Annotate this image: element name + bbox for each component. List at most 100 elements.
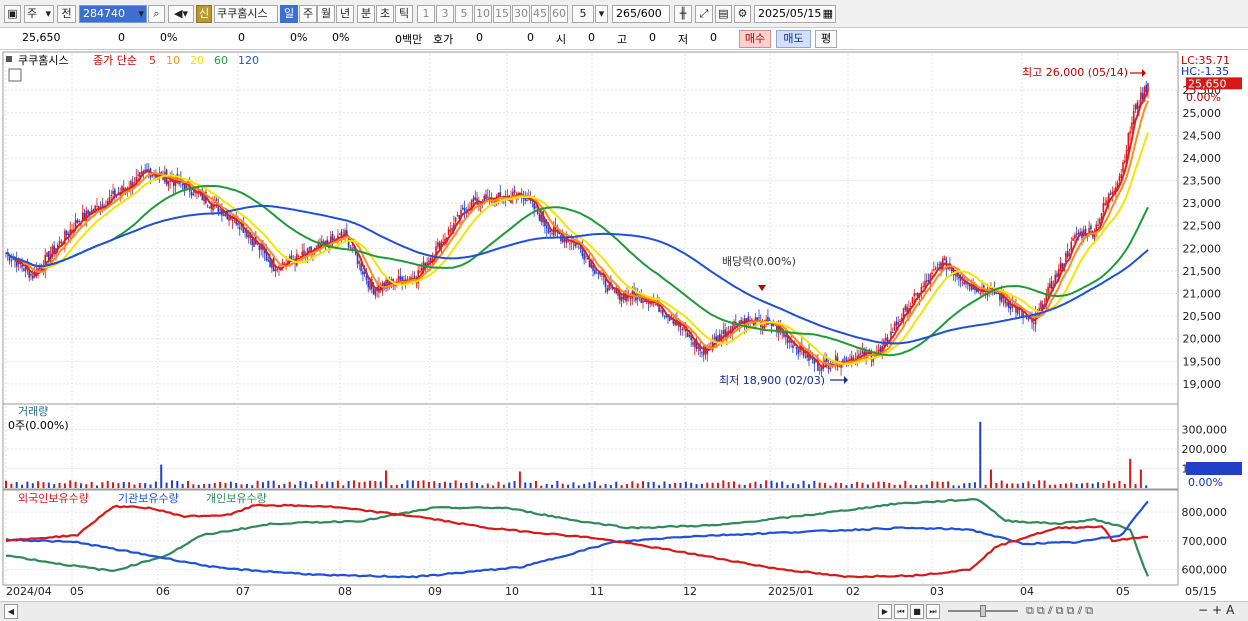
- calendar-icon: ▦: [822, 7, 833, 20]
- candle-body: [1145, 84, 1148, 93]
- minute-tab[interactable]: 15: [493, 5, 511, 23]
- volume-bar: [385, 470, 388, 488]
- period-tab[interactable]: 년: [336, 5, 354, 23]
- volume-tick-label: 200,000: [1182, 443, 1228, 456]
- zoom-slider-thumb[interactable]: [980, 605, 986, 617]
- holding-individual-label: 개인보유수량: [206, 492, 267, 505]
- minute-tab[interactable]: 30: [512, 5, 530, 23]
- sign-badge[interactable]: 신: [196, 5, 212, 23]
- stop-icon[interactable]: ■: [910, 604, 924, 619]
- candle-body: [1033, 322, 1035, 324]
- candle-body: [818, 369, 821, 371]
- market-select[interactable]: 주 ▾: [24, 5, 54, 23]
- candle-body: [884, 338, 887, 341]
- candle-body: [979, 292, 982, 295]
- avg-button[interactable]: 평: [815, 30, 837, 48]
- volume-bar: [567, 484, 570, 488]
- period-tab[interactable]: 분: [357, 5, 375, 23]
- buy-button[interactable]: 매수: [739, 30, 771, 48]
- candle-body: [499, 192, 502, 197]
- minute-tab[interactable]: 10: [474, 5, 492, 23]
- save-icon[interactable]: ▤: [715, 5, 732, 23]
- volume-bar: [1038, 480, 1041, 488]
- candle-type-icon[interactable]: ╫: [674, 5, 692, 23]
- volume-bar: [1011, 483, 1014, 488]
- minute-tab[interactable]: 5: [455, 5, 473, 23]
- volume-bar: [609, 485, 612, 488]
- speaker-icon[interactable]: ◀▾: [168, 5, 194, 23]
- candle-body: [1090, 225, 1092, 230]
- candle-body: [231, 220, 234, 222]
- candle-body: [597, 273, 600, 275]
- window-icon[interactable]: ▣: [4, 5, 21, 23]
- chart-scrollbar[interactable]: ◀ ▶ ⏮ ■ ⏭ ⧉⧉⫽⧉⧉⫽⧉ −+A: [0, 601, 1248, 621]
- volume-bar: [861, 482, 864, 488]
- tool-icons[interactable]: ⧉⧉⫽⧉⧉⫽⧉: [1026, 604, 1210, 620]
- period-tab[interactable]: 틱: [395, 5, 413, 23]
- minute-tab[interactable]: 60: [550, 5, 568, 23]
- scroll-right-icon[interactable]: ▶: [878, 604, 892, 619]
- volume-bar: [245, 483, 248, 488]
- zoom-controls-icon[interactable]: −+A: [1198, 603, 1238, 617]
- volume-bar: [278, 484, 281, 488]
- date-field[interactable]: 2025/05/15 ▦: [754, 5, 836, 23]
- candle-body: [347, 238, 350, 248]
- volume-bar: [502, 484, 505, 488]
- volume-bar: [476, 482, 479, 488]
- candle-body: [513, 190, 516, 193]
- scroll-left-icon[interactable]: ◀: [4, 604, 18, 619]
- candle-body: [965, 283, 967, 285]
- volume-bar: [898, 484, 901, 488]
- volume-bar: [834, 482, 837, 488]
- candle-body: [76, 220, 79, 223]
- volume-bar: [556, 480, 559, 488]
- candle-body: [663, 315, 666, 317]
- candle-body: [28, 271, 30, 278]
- candle-body: [10, 260, 13, 262]
- candle-body: [58, 240, 61, 244]
- candle-body: [879, 347, 882, 352]
- minute-tab[interactable]: 45: [531, 5, 549, 23]
- period-tab[interactable]: 월: [317, 5, 335, 23]
- volume-bar: [508, 482, 511, 488]
- chevron-down-icon[interactable]: ▾: [595, 5, 608, 23]
- period-tab[interactable]: 초: [376, 5, 394, 23]
- search-icon[interactable]: ⌕: [148, 5, 165, 23]
- candle-body: [829, 368, 832, 370]
- forward-icon[interactable]: ⏭: [926, 604, 940, 619]
- volume-bar: [952, 485, 955, 488]
- count-field[interactable]: 265/600: [612, 5, 670, 23]
- volume-bar: [1070, 482, 1073, 488]
- candle-body: [925, 280, 928, 282]
- candle-body: [913, 293, 916, 297]
- candle-body: [563, 239, 566, 242]
- view-button[interactable]: 전: [57, 5, 76, 23]
- volume-bar: [176, 480, 179, 488]
- period-tab[interactable]: 주: [299, 5, 317, 23]
- candle-body: [943, 257, 946, 261]
- volume-rate: 0%: [290, 31, 308, 44]
- candle-body: [861, 350, 864, 354]
- candle-body: [1059, 262, 1062, 272]
- volume-bar: [716, 482, 719, 488]
- volume-bar: [1118, 480, 1121, 488]
- rewind-icon[interactable]: ⏮: [894, 604, 908, 619]
- candle-body: [78, 220, 80, 222]
- candle-body: [137, 174, 139, 176]
- minute-tab[interactable]: 3: [436, 5, 454, 23]
- volume-bar: [968, 483, 971, 488]
- sell-button[interactable]: 매도: [776, 30, 811, 48]
- stock-chart[interactable]: 19,000 19,500 20,000 20,500 21,000 21,500 22,0…: [0, 50, 1248, 601]
- gear-icon[interactable]: ⚙: [734, 5, 751, 23]
- minute-tab[interactable]: 1: [417, 5, 435, 23]
- candle-body: [535, 206, 537, 208]
- candle-body: [237, 223, 239, 226]
- candle-body: [642, 300, 644, 303]
- draw-tool-icon[interactable]: ⤢: [695, 5, 713, 23]
- interval-value[interactable]: 5: [572, 5, 594, 23]
- volume-bar: [283, 483, 286, 488]
- volume-bar: [69, 480, 72, 488]
- code-input[interactable]: 284740 ▾: [79, 5, 147, 23]
- period-tab[interactable]: 일: [280, 5, 298, 23]
- count-total: /600: [637, 7, 662, 20]
